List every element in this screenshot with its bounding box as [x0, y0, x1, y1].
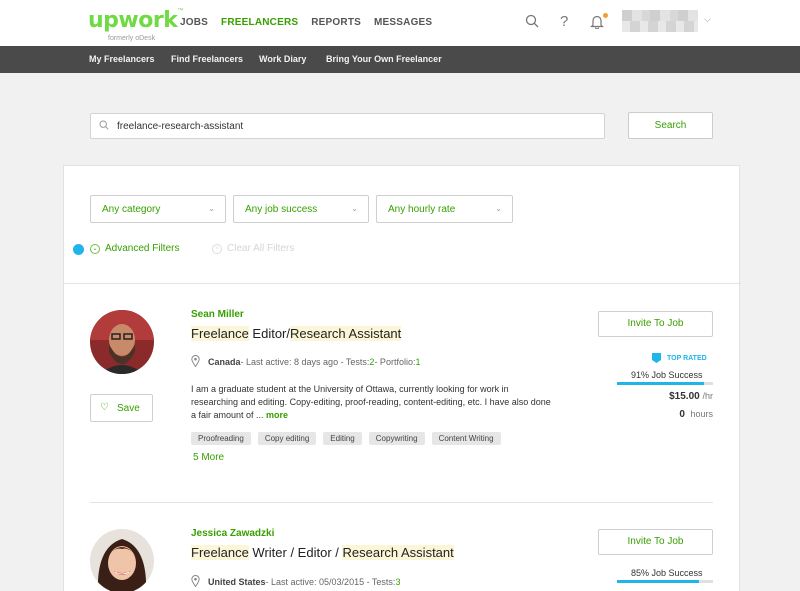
advanced-filters-toggle[interactable]: ⌄ Advanced Filters — [90, 243, 179, 254]
skill-tag[interactable]: Editing — [323, 432, 362, 445]
title-highlight: Research Assistant — [342, 545, 454, 560]
last-active: - Last active: 8 days ago - Tests: — [240, 357, 370, 367]
avatar[interactable] — [90, 529, 154, 591]
title-highlight: Freelance — [191, 545, 249, 560]
job-success-label: 85% Job Success — [631, 568, 703, 578]
top-rated-label: TOP RATED — [667, 354, 707, 362]
filters-divider — [64, 283, 741, 284]
hours-worked: 0 hours — [679, 409, 713, 420]
freelancer-bio: I am a graduate student at the Universit… — [191, 383, 551, 422]
freelancer-meta: Canada - Last active: 8 days ago - Tests… — [191, 355, 420, 369]
location: United States — [208, 577, 266, 587]
chevron-circle-icon: ⌄ — [90, 243, 100, 254]
chevron-down-icon[interactable]: ⌵ — [704, 14, 711, 25]
job-success-bar-fill — [617, 580, 699, 583]
skill-tag[interactable]: Copy editing — [257, 432, 317, 445]
advanced-filters-label: Advanced Filters — [105, 243, 180, 254]
sub-nav: My Freelancers Find Freelancers Work Dia… — [0, 46, 800, 73]
portfolio-label: - Portfolio: — [374, 357, 416, 367]
freelancer-meta: United States - Last active: 05/03/2015 … — [191, 575, 400, 589]
notification-dot — [603, 13, 608, 18]
category-dropdown-label: Any category — [102, 204, 161, 215]
job-success-bar-fill — [617, 382, 705, 385]
skill-tag[interactable]: Copywriting — [368, 432, 425, 445]
nav-jobs[interactable]: JOBS — [180, 17, 208, 28]
upwork-logo[interactable]: upwork™ formerly oDesk — [88, 8, 184, 42]
job-success-bar — [617, 382, 713, 385]
top-rated-badge: TOP RATED — [652, 353, 707, 363]
top-rated-icon — [652, 353, 661, 363]
search-icon — [99, 120, 109, 133]
chevron-down-icon: ⌄ — [351, 204, 358, 213]
chevron-down-icon: ⌄ — [208, 204, 215, 213]
hourly-rate: $15.00 /hr — [669, 391, 713, 402]
last-active: - Last active: 05/03/2015 - Tests: — [265, 577, 396, 587]
top-header: upwork™ formerly oDesk JOBS FREELANCERS … — [0, 0, 800, 46]
chevron-down-icon: ⌄ — [495, 204, 502, 213]
location-pin-icon — [191, 575, 200, 589]
search-input[interactable]: freelance-research-assistant — [90, 113, 605, 139]
invite-to-job-button[interactable]: Invite To Job — [598, 311, 713, 337]
category-dropdown[interactable]: Any category ⌄ — [90, 195, 226, 223]
skill-tag[interactable]: Content Writing — [431, 432, 501, 445]
save-button[interactable]: ♡ Save — [90, 394, 153, 422]
bio-text: I am a graduate student at the Universit… — [191, 384, 551, 420]
location-pin-icon — [191, 355, 200, 369]
subnav-find-freelancers[interactable]: Find Freelancers — [171, 54, 243, 64]
rate-unit: /hr — [702, 391, 713, 401]
save-button-label: Save — [117, 403, 140, 414]
hours-label: hours — [690, 409, 713, 419]
help-icon[interactable]: ? — [560, 13, 568, 30]
nav-messages[interactable]: MESSAGES — [374, 17, 432, 28]
title-highlight: Research Assistant — [290, 326, 402, 341]
portfolio-count[interactable]: 1 — [415, 357, 420, 367]
job-success-bar — [617, 580, 713, 583]
user-account-avatar[interactable] — [622, 10, 698, 32]
logo-wordmark: upwork — [88, 8, 178, 33]
results-panel: Any category ⌄ Any job success ⌄ Any hou… — [63, 165, 741, 591]
tests-count[interactable]: 3 — [395, 577, 400, 587]
bell-icon[interactable] — [590, 14, 604, 32]
freelancer-name[interactable]: Jessica Zawadzki — [191, 528, 274, 539]
skill-tag[interactable]: Proofreading — [191, 432, 251, 445]
hourly-rate-dropdown-label: Any hourly rate — [388, 204, 456, 215]
main-nav: JOBS FREELANCERS REPORTS MESSAGES — [180, 17, 432, 28]
logo-formerly-text: formerly oDesk — [108, 35, 156, 42]
walkthrough-hotspot[interactable] — [73, 244, 84, 255]
title-highlight: Freelance — [191, 326, 249, 341]
search-input-value: freelance-research-assistant — [117, 121, 244, 132]
freelancer-title[interactable]: Freelance Writer / Editor / Research Ass… — [191, 545, 454, 560]
nav-reports[interactable]: REPORTS — [311, 17, 361, 28]
freelancer-name[interactable]: Sean Miller — [191, 309, 244, 320]
bio-more-link[interactable]: more — [266, 410, 288, 420]
freelancer-title[interactable]: Freelance Editor/Research Assistant — [191, 326, 402, 341]
hourly-rate-dropdown[interactable]: Any hourly rate ⌄ — [376, 195, 513, 223]
location: Canada — [208, 357, 241, 367]
title-text: Editor/ — [248, 326, 290, 341]
more-skills-link[interactable]: 5 More — [193, 452, 224, 463]
job-success-label: 91% Job Success — [631, 370, 703, 380]
clear-all-filters-label: Clear All Filters — [227, 243, 295, 254]
close-circle-icon: × — [212, 243, 222, 254]
hours-value: 0 — [679, 409, 685, 420]
heart-icon: ♡ — [100, 402, 109, 413]
search-icon[interactable] — [525, 14, 539, 31]
logo-trademark: ™ — [177, 8, 184, 14]
search-button[interactable]: Search — [628, 112, 713, 139]
job-success-dropdown-label: Any job success — [245, 204, 318, 215]
subnav-bring-your-own[interactable]: Bring Your Own Freelancer — [326, 54, 442, 64]
subnav-my-freelancers[interactable]: My Freelancers — [89, 54, 155, 64]
invite-to-job-button[interactable]: Invite To Job — [598, 529, 713, 555]
avatar[interactable] — [90, 310, 154, 374]
nav-freelancers[interactable]: FREELANCERS — [221, 17, 298, 28]
clear-all-filters[interactable]: × Clear All Filters — [212, 243, 294, 254]
skill-tags: Proofreading Copy editing Editing Copywr… — [191, 432, 501, 445]
rate-value: $15.00 — [669, 391, 700, 402]
job-success-dropdown[interactable]: Any job success ⌄ — [233, 195, 369, 223]
title-text: Writer / Editor / — [248, 545, 343, 560]
subnav-work-diary[interactable]: Work Diary — [259, 54, 306, 64]
result-divider — [90, 502, 713, 503]
